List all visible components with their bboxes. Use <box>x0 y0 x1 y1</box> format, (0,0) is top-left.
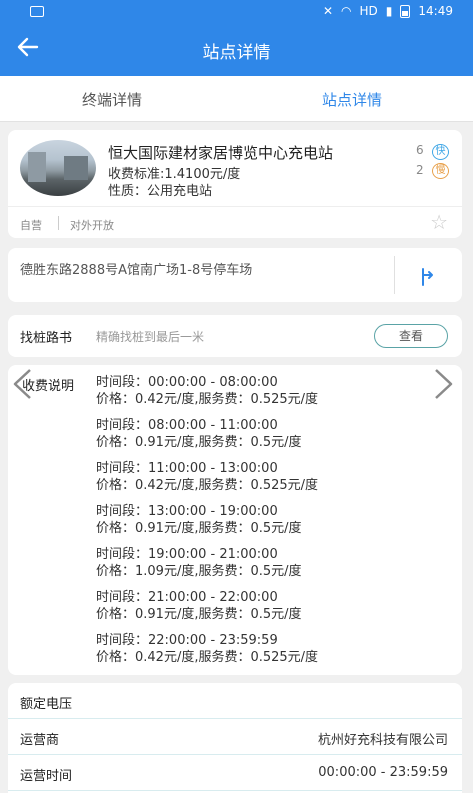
fee-item: 时间段：00:00:00 - 08:00:00 价格：0.42元/度,服务费：0… <box>96 374 318 408</box>
view-button[interactable]: 查看 <box>374 324 448 348</box>
status-bar: ✕ ◠ HD ▮ 14:49 <box>0 0 473 24</box>
fee-item: 时间段：13:00:00 - 19:00:00 价格：0.91元/度,服务费：0… <box>96 503 302 537</box>
chevron-left-icon[interactable] <box>10 368 36 400</box>
fee-period: 时间段：13:00:00 - 19:00:00 <box>96 504 278 519</box>
station-photo <box>20 140 96 196</box>
tag-self-operated: 自营 <box>20 219 42 232</box>
fee-price: 价格：1.09元/度,服务费：0.5元/度 <box>96 564 302 579</box>
status-right: ✕ ◠ HD ▮ 14:49 <box>323 4 453 18</box>
station-card: 恒大国际建材家居博览中心充电站 收费标准:1.4100元/度 性质：公用充电站 … <box>8 130 462 238</box>
station-name: 恒大国际建材家居博览中心充电站 <box>108 144 334 162</box>
finder-hint: 精确找桩到最后一米 <box>96 330 205 344</box>
fee-price: 价格：0.91元/度,服务费：0.5元/度 <box>96 521 302 536</box>
favorite-star-icon[interactable]: ☆ <box>430 212 448 232</box>
tab-bar: 终端详情 站点详情 <box>0 76 473 122</box>
divider <box>394 256 395 294</box>
photo-building <box>28 152 46 182</box>
info-key: 额定电压 <box>20 697 73 712</box>
fee-period: 时间段：21:00:00 - 22:00:00 <box>96 590 278 605</box>
tag-open-to-public: 对外开放 <box>70 219 114 232</box>
tab-station-details[interactable]: 站点详情 <box>322 89 382 110</box>
slow-charger-count: 2 <box>416 163 424 177</box>
info-row-operating-hours: 运营时间 00:00:00 - 23:59:59 <box>8 755 462 791</box>
fee-item: 时间段：11:00:00 - 13:00:00 价格：0.42元/度,服务费：0… <box>96 460 318 494</box>
fee-price: 价格：0.42元/度,服务费：0.525元/度 <box>96 478 319 493</box>
network-label: HD <box>359 4 378 18</box>
wifi-icon: ◠ <box>341 4 352 18</box>
mute-icon: ✕ <box>322 4 334 18</box>
fee-item: 时间段：19:00:00 - 21:00:00 价格：1.09元/度,服务费：0… <box>96 546 302 580</box>
fee-item: 时间段：21:00:00 - 22:00:00 价格：0.91元/度,服务费：0… <box>96 589 302 623</box>
info-key: 运营商 <box>20 733 60 748</box>
fee-period: 时间段：08:00:00 - 11:00:00 <box>96 418 278 433</box>
fee-price: 价格：0.91元/度,服务费：0.5元/度 <box>96 607 302 622</box>
signal-icon: ▮ <box>385 4 393 18</box>
info-key: 运营时间 <box>20 769 73 784</box>
fee-item: 时间段：08:00:00 - 11:00:00 价格：0.91元/度,服务费：0… <box>96 417 302 451</box>
battery-icon <box>400 4 411 18</box>
tab-terminal-details[interactable]: 终端详情 <box>82 89 142 110</box>
info-row-operator: 运营商 杭州好充科技有限公司 <box>8 719 462 755</box>
fee-period: 时间段：19:00:00 - 21:00:00 <box>96 547 278 562</box>
station-info-card: 额定电压 运营商 杭州好充科技有限公司 运营时间 00:00:00 - 23:5… <box>8 683 462 793</box>
info-value: 杭州好充科技有限公司 <box>317 733 448 748</box>
tag-divider <box>58 216 59 230</box>
info-row-rated-voltage: 额定电压 <box>8 683 462 719</box>
pile-finder-card: 找桩路书 精确找桩到最后一米 查看 <box>8 315 462 357</box>
address-card: 德胜东路2888号A馆南广场1-8号停车场 <box>8 248 462 302</box>
chevron-right-icon[interactable] <box>430 368 456 400</box>
fee-price: 价格：0.91元/度,服务费：0.5元/度 <box>96 435 302 450</box>
address-text: 德胜东路2888号A馆南广场1-8号停车场 <box>20 263 253 278</box>
fee-period: 时间段：00:00:00 - 08:00:00 <box>96 375 278 390</box>
info-value: 00:00:00 - 23:59:59 <box>318 765 448 780</box>
finder-label: 找桩路书 <box>20 331 73 346</box>
fee-period: 时间段：22:00:00 - 23:59:59 <box>96 633 278 648</box>
fast-badge: 快 <box>432 144 449 160</box>
station-nature: 性质：公用充电站 <box>108 184 213 199</box>
fee-period: 时间段：11:00:00 - 13:00:00 <box>96 461 278 476</box>
navigation-icon[interactable] <box>418 266 438 286</box>
divider <box>8 206 462 207</box>
clock: 14:49 <box>418 4 453 18</box>
fee-description-card: 收费说明 时间段：00:00:00 - 08:00:00 价格：0.42元/度,… <box>8 365 462 675</box>
photo-building <box>64 156 88 180</box>
fee-item: 时间段：22:00:00 - 23:59:59 价格：0.42元/度,服务费：0… <box>96 632 318 666</box>
fee-price: 价格：0.42元/度,服务费：0.525元/度 <box>96 650 319 665</box>
app-bar: 站点详情 <box>0 24 473 76</box>
fee-price: 价格：0.42元/度,服务费：0.525元/度 <box>96 392 319 407</box>
gallery-icon <box>30 6 44 17</box>
slow-badge: 慢 <box>432 163 449 179</box>
fast-charger-count: 6 <box>416 143 424 157</box>
page-title: 站点详情 <box>202 43 271 63</box>
